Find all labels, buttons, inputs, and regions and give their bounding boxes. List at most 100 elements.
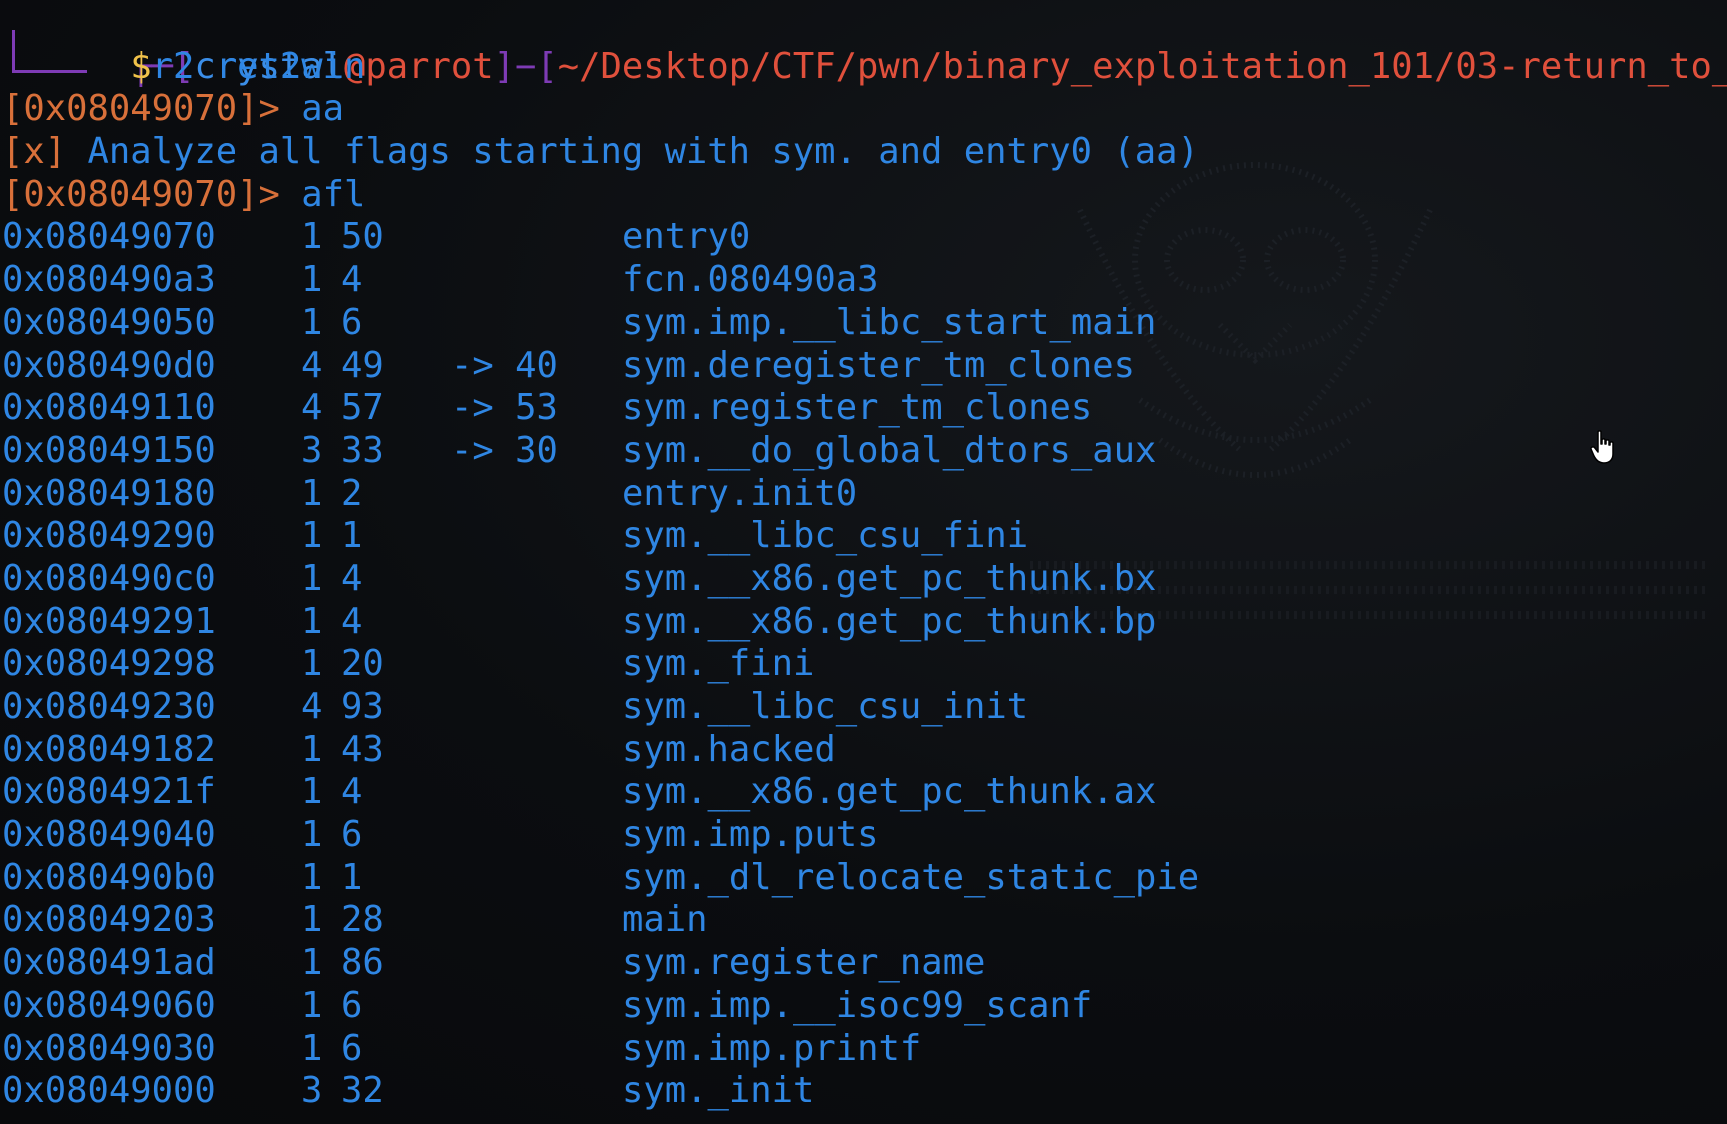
function-name: sym.imp.__libc_start_main (622, 301, 1157, 343)
prompt-dollar: $ (130, 45, 152, 87)
function-list-row: 0x08049203 1 28 main (2, 899, 1727, 942)
function-name: entry0 (622, 216, 751, 258)
prompt-host: @parrot (344, 45, 494, 87)
function-size: 20 (341, 643, 384, 685)
function-list-row: 0x08049298 1 20 sym._fini (2, 643, 1727, 686)
function-list-row: 0x08049290 1 1 sym.__libc_csu_fini (2, 515, 1727, 558)
function-size: 6 (341, 1027, 363, 1069)
function-list-row: 0x08049110 4 57 -> 53 sym.register_tm_clones (2, 387, 1727, 430)
r2-command: aa (279, 88, 344, 130)
function-nbbs: 1 (301, 899, 323, 941)
function-realsz: -> 53 (451, 387, 558, 429)
function-name: sym.__libc_csu_init (622, 686, 1029, 727)
function-name: sym._dl_relocate_static_pie (622, 856, 1200, 898)
function-address: 0x08049050 (2, 301, 216, 343)
r2-prompt: [0x08049070]> (2, 173, 280, 215)
function-nbbs: 4 (301, 344, 323, 386)
function-name: sym._fini (622, 643, 815, 685)
prompt-close-bracket: ] (493, 45, 515, 87)
function-list-row: 0x08049291 1 4 sym.__x86.get_pc_thunk.bp (2, 601, 1727, 644)
function-address: 0x08049203 (2, 899, 216, 941)
function-list-row: 0x08049182 1 43 sym.hacked (2, 729, 1727, 772)
shell-prompt-header: ┌─[crystal@parrot]−[~/Desktop/CTF/pwn/bi… (2, 3, 1727, 87)
r2-command-line: [0x08049070]> aa (2, 88, 1727, 131)
function-address: 0x08049070 (2, 216, 216, 258)
function-address: 0x08049000 (2, 1070, 216, 1112)
function-address: 0x08049182 (2, 728, 216, 770)
function-realsz: -> 40 (451, 344, 558, 386)
function-list-row: 0x08049000 3 32 sym._init (2, 1070, 1727, 1113)
function-address: 0x08049110 (2, 387, 216, 429)
function-list-row: 0x080490b0 1 1 sym._dl_relocate_static_pie (2, 857, 1727, 900)
function-name: sym.imp.printf (622, 1027, 922, 1069)
function-list-row: 0x08049030 1 6 sym.imp.printf (2, 1028, 1727, 1071)
terminal-window[interactable]: ┌─[crystal@parrot]−[~/Desktop/CTF/pwn/bi… (0, 0, 1727, 1124)
function-nbbs: 1 (301, 942, 323, 984)
function-list-row: 0x080491ad 1 86 sym.register_name (2, 942, 1727, 985)
function-size: 43 (341, 728, 384, 770)
function-address: 0x08049150 (2, 429, 216, 471)
function-name: sym.imp.__isoc99_scanf (622, 984, 1093, 1026)
function-name: sym.register_tm_clones (622, 387, 1093, 429)
function-size: 1 (341, 856, 363, 898)
r2-command-line: [0x08049070]> afl (2, 174, 1727, 217)
analysis-marker: [x] (2, 131, 67, 173)
function-size: 86 (341, 942, 384, 984)
function-size: 28 (341, 899, 384, 941)
function-name: sym.imp.puts (622, 814, 879, 856)
shell-command: r2 ret2win (151, 45, 366, 87)
function-nbbs: 1 (301, 259, 323, 301)
function-nbbs: 1 (301, 216, 323, 258)
function-nbbs: 1 (301, 771, 323, 813)
function-nbbs: 1 (301, 557, 323, 599)
function-list-row: 0x08049150 3 33 -> 30 sym.__do_global_dtors_… (2, 430, 1727, 473)
function-address: 0x08049040 (2, 814, 216, 856)
function-address: 0x08049230 (2, 686, 216, 727)
function-list: 0x08049070 1 50 entry0 0x080490a3 1 4 fcn.08049… (2, 216, 1727, 1112)
r2-prompt: [0x08049070]> (2, 88, 280, 130)
function-address: 0x080490a3 (2, 259, 216, 301)
function-address: 0x080490b0 (2, 856, 216, 898)
analysis-text: Analyze all flags starting with sym. and… (66, 131, 1199, 173)
function-address: 0x08049298 (2, 643, 216, 685)
function-nbbs: 1 (301, 301, 323, 343)
function-nbbs: 1 (301, 515, 323, 557)
function-list-row: 0x08049060 1 6 sym.imp.__isoc99_scanf (2, 985, 1727, 1028)
function-list-row: 0x08049230 4 93 sym.__libc_csu_init (2, 686, 1727, 729)
function-size: 4 (341, 771, 363, 813)
function-nbbs: 1 (301, 600, 323, 642)
function-list-row: 0x08049180 1 2 entry.init0 (2, 473, 1727, 516)
function-list-row: 0x08049070 1 50 entry0 (2, 216, 1727, 259)
function-size: 4 (341, 259, 363, 301)
function-name: sym.deregister_tm_clones (622, 344, 1135, 386)
function-size: 50 (341, 216, 384, 258)
function-name: entry.init0 (622, 472, 858, 514)
function-size: 4 (341, 557, 363, 599)
function-nbbs: 4 (301, 387, 323, 429)
prompt-dash: − (515, 45, 537, 87)
function-address: 0x080490c0 (2, 557, 216, 599)
function-nbbs: 1 (301, 814, 323, 856)
prompt-path-open: [ (536, 45, 558, 87)
function-nbbs: 1 (301, 856, 323, 898)
function-size: 6 (341, 814, 363, 856)
function-size: 33 (341, 429, 384, 471)
r2-command: afl (279, 173, 366, 215)
function-address: 0x08049290 (2, 515, 216, 557)
function-address: 0x080491ad (2, 942, 216, 984)
function-list-row: 0x080490c0 1 4 sym.__x86.get_pc_thunk.bx (2, 558, 1727, 601)
function-list-row: 0x080490d0 4 49 -> 40 sym.deregister_tm_clon… (2, 345, 1727, 388)
function-list-row: 0x08049040 1 6 sym.imp.puts (2, 814, 1727, 857)
function-size: 2 (341, 472, 363, 514)
function-address: 0x080490d0 (2, 344, 216, 386)
function-nbbs: 1 (301, 1027, 323, 1069)
function-size: 49 (341, 344, 384, 386)
function-nbbs: 1 (301, 728, 323, 770)
function-size: 4 (341, 600, 363, 642)
function-size: 93 (341, 686, 384, 727)
function-address: 0x08049030 (2, 1027, 216, 1069)
function-name: sym.hacked (622, 728, 836, 770)
terminal-output: ┌─[crystal@parrot]−[~/Desktop/CTF/pwn/bi… (2, 3, 1727, 1113)
function-name: sym.__libc_csu_fini (622, 515, 1029, 557)
function-size: 1 (341, 515, 363, 557)
